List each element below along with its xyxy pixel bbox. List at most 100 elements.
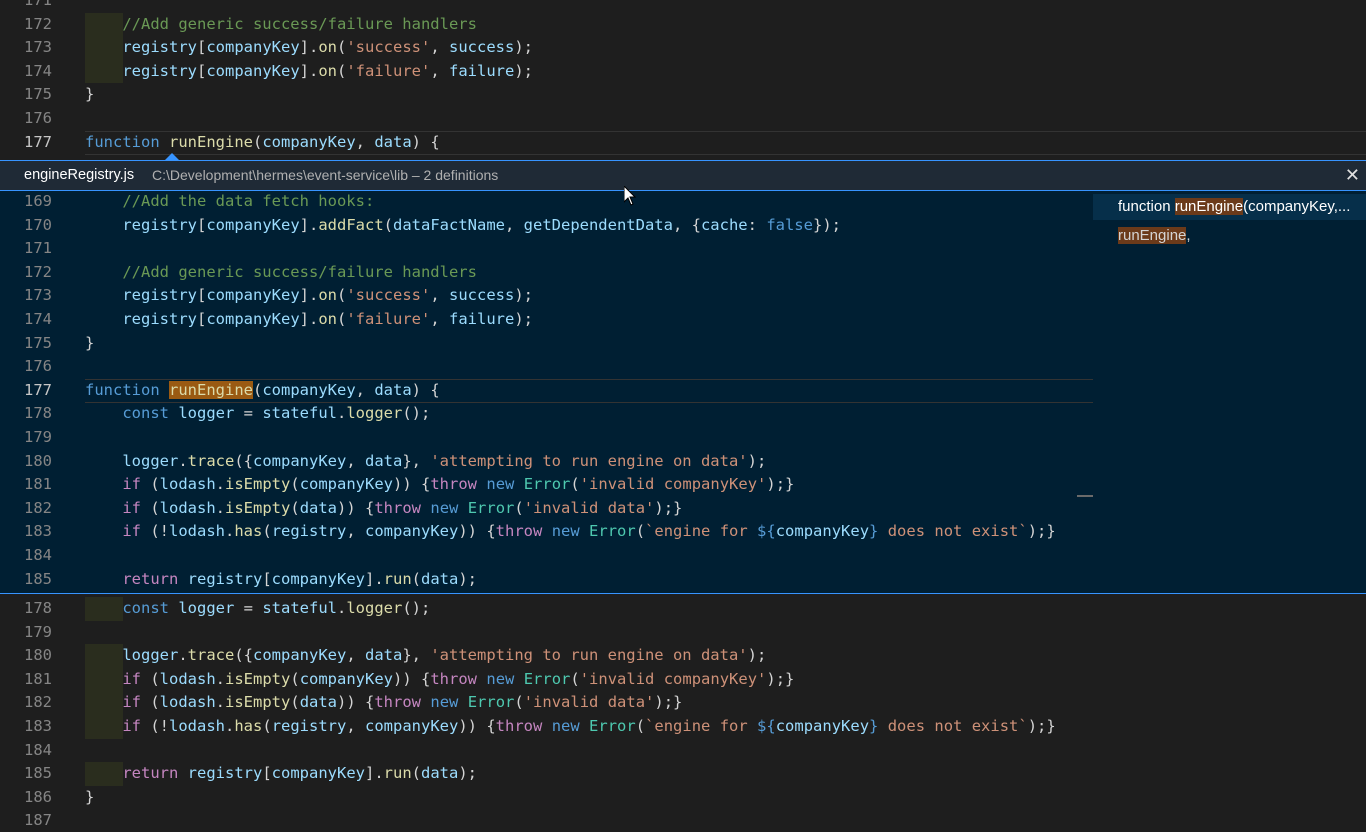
line-number: 174 bbox=[24, 310, 52, 328]
line-number: 182 bbox=[24, 693, 52, 712]
code-text[interactable]: //Add generic success/failure handlers bbox=[85, 261, 477, 285]
code-line[interactable]: 169 //Add the data fetch hooks: bbox=[0, 191, 1093, 214]
code-text[interactable]: if (lodash.isEmpty(companyKey)) {throw n… bbox=[85, 668, 794, 692]
code-text[interactable]: registry[companyKey].on('success', succe… bbox=[85, 284, 533, 308]
line-number: 183 bbox=[24, 717, 52, 735]
line-number: 176 bbox=[24, 109, 52, 127]
code-line[interactable]: 171 bbox=[0, 0, 1366, 13]
code-text[interactable]: registry[companyKey].on('failure', failu… bbox=[85, 308, 533, 332]
code-line[interactable]: 186} bbox=[0, 786, 1366, 810]
line-number: 185 bbox=[24, 764, 52, 783]
code-text[interactable]: if (!lodash.has(registry, companyKey)) {… bbox=[85, 520, 1055, 544]
line-number: 172 bbox=[24, 14, 52, 33]
code-text[interactable]: } bbox=[85, 83, 94, 107]
code-text[interactable]: return registry[companyKey].run(data); bbox=[85, 762, 477, 786]
line-number: 178 bbox=[24, 404, 52, 423]
code-line[interactable]: 184 bbox=[0, 739, 1366, 763]
line-number: 183 bbox=[24, 522, 52, 541]
line-number: 182 bbox=[24, 498, 52, 517]
code-text[interactable]: registry[companyKey].addFact(dataFactNam… bbox=[85, 214, 841, 238]
line-number: 177 bbox=[24, 132, 52, 151]
code-text[interactable]: if (lodash.isEmpty(data)) {throw new Err… bbox=[85, 497, 682, 521]
code-line[interactable]: 181 if (lodash.isEmpty(companyKey)) {thr… bbox=[0, 668, 1366, 692]
peek-editor[interactable]: 169 //Add the data fetch hooks: 170 regis… bbox=[0, 191, 1093, 593]
code-line[interactable]: 173 registry[companyKey].on('success', s… bbox=[0, 36, 1366, 60]
peek-references-list[interactable]: function runEngine(companyKey,... runEng… bbox=[1093, 191, 1366, 593]
close-icon[interactable]: ✕ bbox=[1345, 161, 1360, 190]
code-line[interactable]: 184 bbox=[0, 544, 1093, 568]
code-text[interactable]: const logger = stateful.logger(); bbox=[85, 597, 430, 621]
ref-prefix: function bbox=[1118, 198, 1175, 215]
ref-suffix: , bbox=[1186, 227, 1191, 244]
line-number: 173 bbox=[24, 38, 52, 57]
code-line[interactable]: 180 logger.trace({companyKey, data}, 'at… bbox=[0, 450, 1093, 474]
code-text[interactable]: if (lodash.isEmpty(data)) {throw new Err… bbox=[85, 691, 682, 715]
line-number: 178 bbox=[24, 599, 52, 617]
code-text[interactable]: //Add the data fetch hooks: bbox=[85, 191, 374, 214]
code-text[interactable]: } bbox=[85, 332, 94, 356]
code-text[interactable]: logger.trace({companyKey, data}, 'attemp… bbox=[85, 450, 766, 474]
code-line[interactable]: 181 if (lodash.isEmpty(companyKey)) {thr… bbox=[0, 473, 1093, 497]
code-text[interactable]: function runEngine(companyKey, data) { bbox=[85, 379, 440, 403]
line-number: 174 bbox=[24, 61, 52, 80]
line-number: 184 bbox=[24, 740, 52, 759]
line-number: 171 bbox=[24, 239, 52, 258]
main-editor-bottom[interactable]: 178 const logger = stateful.logger(); 179… bbox=[0, 594, 1366, 832]
line-number: 175 bbox=[24, 333, 52, 352]
line-number: 181 bbox=[24, 475, 52, 494]
code-line[interactable]: 173 registry[companyKey].on('success', s… bbox=[0, 284, 1093, 308]
code-line[interactable]: 174 registry[companyKey].on('failure', f… bbox=[0, 60, 1366, 84]
reference-item[interactable]: function runEngine(companyKey,... bbox=[1093, 194, 1366, 220]
code-text[interactable]: //Add generic success/failure handlers bbox=[85, 13, 477, 37]
code-line[interactable]: 183 if (!lodash.has(registry, companyKey… bbox=[0, 520, 1093, 544]
code-line[interactable]: 172 //Add generic success/failure handle… bbox=[0, 13, 1366, 37]
line-number: 177 bbox=[24, 380, 52, 399]
code-line[interactable]: 175} bbox=[0, 332, 1093, 356]
code-line[interactable]: 185 return registry[companyKey].run(data… bbox=[0, 762, 1366, 786]
peek-arrow bbox=[165, 153, 179, 160]
ref-suffix: (companyKey,... bbox=[1243, 198, 1351, 215]
code-text[interactable]: const logger = stateful.logger(); bbox=[85, 402, 430, 426]
line-number: 179 bbox=[24, 622, 52, 641]
code-text[interactable]: } bbox=[85, 786, 94, 810]
code-text[interactable]: registry[companyKey].on('failure', failu… bbox=[85, 60, 533, 84]
code-text[interactable]: if (lodash.isEmpty(companyKey)) {throw n… bbox=[85, 473, 794, 497]
code-text[interactable]: if (!lodash.has(registry, companyKey)) {… bbox=[85, 715, 1055, 739]
line-number: 170 bbox=[24, 215, 52, 234]
code-line[interactable]: 172 //Add generic success/failure handle… bbox=[0, 261, 1093, 285]
code-line[interactable]: 177 function runEngine(companyKey, data) … bbox=[0, 379, 1093, 403]
line-number: 185 bbox=[24, 569, 52, 588]
line-number: 175 bbox=[24, 85, 52, 104]
reference-item[interactable]: runEngine, bbox=[1093, 223, 1366, 249]
mouse-cursor-icon bbox=[624, 186, 636, 206]
code-line[interactable]: 178 const logger = stateful.logger(); bbox=[0, 402, 1093, 426]
code-text[interactable]: return registry[companyKey].run(data); bbox=[85, 568, 477, 592]
code-line[interactable]: 183 if (!lodash.has(registry, companyKey… bbox=[0, 715, 1366, 739]
code-line[interactable]: 177 function runEngine(companyKey, data) … bbox=[0, 131, 1366, 155]
code-line[interactable]: 179 bbox=[0, 621, 1366, 645]
code-line[interactable]: 170 registry[companyKey].addFact(dataFac… bbox=[0, 214, 1093, 238]
code-line[interactable]: 179 bbox=[0, 426, 1093, 450]
scrollbar-marker bbox=[1077, 495, 1093, 497]
code-line[interactable]: 182 if (lodash.isEmpty(data)) {throw new… bbox=[0, 497, 1093, 521]
line-number: 176 bbox=[24, 357, 52, 376]
code-line[interactable]: 175} bbox=[0, 83, 1366, 107]
code-line[interactable]: 180 logger.trace({companyKey, data}, 'at… bbox=[0, 644, 1366, 668]
code-line[interactable]: 176 bbox=[0, 355, 1093, 379]
code-text[interactable]: registry[companyKey].on('success', succe… bbox=[85, 36, 533, 60]
line-number: 169 bbox=[24, 192, 52, 210]
main-editor-top[interactable]: 171 172 //Add generic success/failure han… bbox=[0, 0, 1366, 160]
code-line[interactable]: 185 return registry[companyKey].run(data… bbox=[0, 568, 1093, 592]
code-text[interactable]: function runEngine(companyKey, data) { bbox=[85, 131, 440, 155]
code-line[interactable]: 178 const logger = stateful.logger(); bbox=[0, 597, 1366, 621]
code-text[interactable]: logger.trace({companyKey, data}, 'attemp… bbox=[85, 644, 766, 668]
peek-file-name[interactable]: engineRegistry.js bbox=[24, 161, 134, 190]
line-number: 187 bbox=[24, 811, 52, 830]
code-line[interactable]: 171 bbox=[0, 237, 1093, 261]
code-line[interactable]: 187 bbox=[0, 809, 1366, 832]
code-line[interactable]: 176 bbox=[0, 107, 1366, 131]
peek-definition-widget[interactable]: engineRegistry.js C:\Development\hermes\… bbox=[0, 160, 1366, 594]
line-number: 180 bbox=[24, 646, 52, 665]
code-line[interactable]: 174 registry[companyKey].on('failure', f… bbox=[0, 308, 1093, 332]
code-line[interactable]: 182 if (lodash.isEmpty(data)) {throw new… bbox=[0, 691, 1366, 715]
